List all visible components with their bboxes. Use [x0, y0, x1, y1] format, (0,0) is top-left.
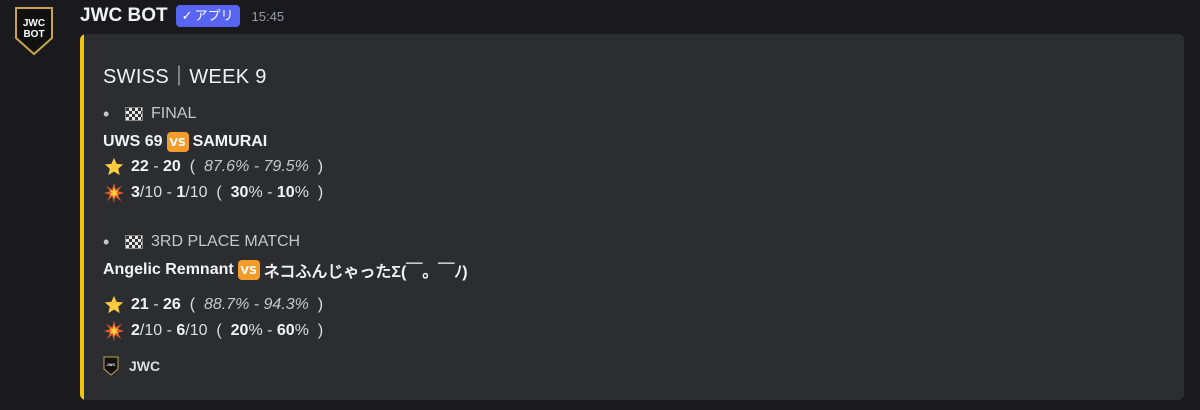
avatar-text-top: JWC: [23, 18, 45, 29]
hits-pct-b: 60: [276, 322, 295, 339]
embed-footer: JWC JWC: [103, 356, 160, 376]
score-line: 21 - 26 ( 88.7% - 94.3% ): [103, 292, 468, 318]
footer-text: JWC: [129, 358, 161, 374]
team-a: Angelic Remnant: [103, 261, 234, 278]
collision-icon: [103, 320, 125, 342]
score-b: 20: [163, 158, 181, 175]
bullet: •: [103, 103, 110, 124]
embed-title: SWISS｜WEEK 9: [103, 66, 267, 88]
team-a: UWS 69: [103, 133, 163, 150]
hits-b-total: /10: [185, 322, 208, 339]
check-icon: ✓: [181, 8, 193, 23]
hits-a-total: /10: [139, 322, 163, 339]
team-b: SAMURAI: [192, 133, 268, 150]
stage-line: • 3RD PLACE MATCH: [103, 232, 468, 252]
percent-range: 88.7% - 94.3%: [203, 296, 309, 313]
match-section: • 3RD PLACE MATCH Angelic Remnant VS ネコふ…: [103, 232, 468, 344]
matchup-line: UWS 69 VS SAMURAI: [103, 130, 323, 154]
hits-a-total: /10: [139, 184, 163, 201]
message-header: JWC BOT ✓ アプリ 15:45: [80, 3, 284, 29]
app-badge-label: アプリ: [194, 8, 234, 23]
stage-line: • FINAL: [103, 104, 323, 124]
hits-a: 2: [131, 322, 140, 339]
collision-icon: [103, 182, 125, 204]
bot-avatar[interactable]: JWC BOT: [12, 4, 56, 58]
vs-icon: VS: [237, 260, 260, 280]
avatar-text-bottom: BOT: [23, 29, 44, 40]
embed-accent-bar: [80, 34, 84, 400]
star-icon: [104, 295, 124, 314]
hits-line: 2/10 - 6/10 ( 20% - 60% ): [103, 318, 468, 344]
hits-b: 1: [176, 184, 186, 201]
matchup-line: Angelic Remnant VS ネコふんじゃったΣ(￣。￣ﾉ): [103, 258, 468, 282]
score-a: 21: [131, 296, 149, 313]
vs-icon: VS: [166, 132, 189, 152]
hits-a: 3: [131, 184, 140, 201]
bullet: •: [103, 231, 110, 252]
hits-pct-a: 30: [230, 184, 249, 201]
stage-label: FINAL: [151, 105, 197, 122]
team-b: ネコふんじゃったΣ(￣。￣ﾉ): [263, 264, 468, 281]
hits-b: 6: [176, 322, 186, 339]
hits-b-total: /10: [185, 184, 208, 201]
score-a: 22: [131, 158, 149, 175]
username[interactable]: JWC BOT: [80, 5, 168, 27]
app-badge: ✓ アプリ: [175, 5, 240, 27]
embed-card: SWISS｜WEEK 9 • FINAL UWS 69 VS SAMURAI 2…: [80, 34, 1184, 400]
hits-line: 3/10 - 1/10 ( 30% - 10% ): [103, 180, 323, 206]
jwc-logo-icon: JWC: [103, 356, 119, 376]
checkered-flag-icon: [125, 235, 143, 249]
match-section: • FINAL UWS 69 VS SAMURAI 22 - 20 ( 87.6…: [103, 104, 323, 206]
hits-pct-b: 10: [276, 184, 295, 201]
score-line: 22 - 20 ( 87.6% - 79.5% ): [103, 154, 323, 180]
checkered-flag-icon: [125, 107, 143, 121]
star-icon: [104, 157, 124, 176]
hits-pct-a: 20: [230, 322, 249, 339]
score-b: 26: [163, 296, 181, 313]
percent-range: 87.6% - 79.5%: [203, 158, 309, 175]
stage-label: 3RD PLACE MATCH: [151, 233, 301, 250]
timestamp[interactable]: 15:45: [252, 9, 285, 24]
footer-icon-text: JWC: [107, 362, 116, 367]
